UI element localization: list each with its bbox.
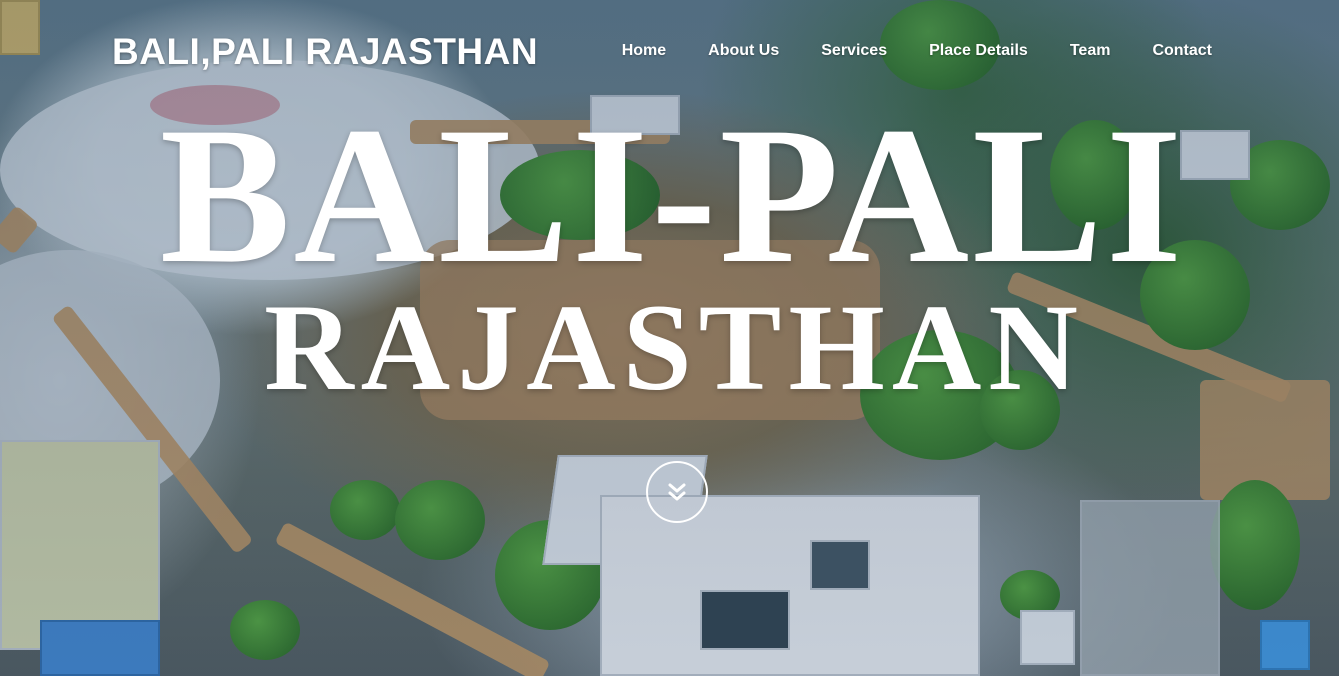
nav-item-home: Home xyxy=(622,42,666,60)
nav-item-contact: Contact xyxy=(1152,42,1212,60)
nav-item-services: Services xyxy=(821,42,887,60)
scroll-down-button[interactable] xyxy=(646,461,708,523)
top-navbar: BALI,PALI RAJASTHAN Home About Us Servic… xyxy=(0,0,1339,100)
nav-item-team: Team xyxy=(1070,42,1111,60)
nav-link-team[interactable]: Team xyxy=(1070,42,1111,59)
hero-title-line-1: BALI-PALI xyxy=(159,87,1186,304)
nav-item-about-us: About Us xyxy=(708,42,779,60)
nav-link-place-details[interactable]: Place Details xyxy=(929,42,1028,59)
chevron-double-down-icon xyxy=(666,481,688,503)
nav-item-place-details: Place Details xyxy=(929,42,1028,60)
nav-link-about-us[interactable]: About Us xyxy=(708,42,779,59)
site-brand-logo[interactable]: BALI,PALI RAJASTHAN xyxy=(112,31,538,73)
nav-link-services[interactable]: Services xyxy=(821,42,887,59)
nav-link-home[interactable]: Home xyxy=(622,42,666,59)
nav-link-contact[interactable]: Contact xyxy=(1152,42,1212,59)
main-nav: Home About Us Services Place Details Tea… xyxy=(622,42,1212,60)
hero-title-line-2: RAJASTHAN xyxy=(264,279,1085,416)
